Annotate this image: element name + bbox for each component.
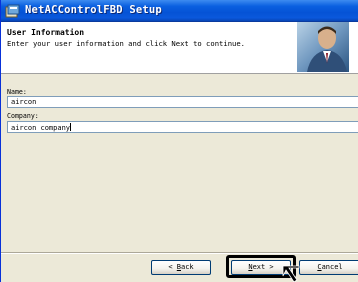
person-photo bbox=[297, 22, 349, 72]
page-subtitle: Enter your user information and click Ne… bbox=[7, 39, 245, 48]
title-bar[interactable]: NetACControlFBD Setup bbox=[1, 0, 358, 22]
name-field[interactable]: aircon bbox=[7, 96, 358, 108]
arrow-cursor-icon bbox=[282, 265, 300, 282]
window-title: NetACControlFBD Setup bbox=[25, 4, 162, 16]
text-caret bbox=[70, 123, 72, 131]
name-label: Name: bbox=[7, 88, 27, 96]
company-label: Company: bbox=[7, 112, 39, 120]
name-value: aircon bbox=[11, 98, 37, 106]
company-value: aircon company bbox=[11, 124, 71, 132]
company-field[interactable]: aircon company bbox=[7, 121, 358, 133]
page-title: User Information bbox=[7, 28, 85, 37]
footer-divider bbox=[1, 252, 358, 254]
setup-window: NetACControlFBD Setup User Information E… bbox=[0, 0, 358, 282]
installer-app-icon bbox=[5, 4, 20, 18]
cancel-button[interactable]: Cancel bbox=[299, 260, 358, 275]
back-button[interactable]: < Back bbox=[151, 260, 211, 275]
header-panel: User Information Enter your user informa… bbox=[1, 22, 358, 74]
